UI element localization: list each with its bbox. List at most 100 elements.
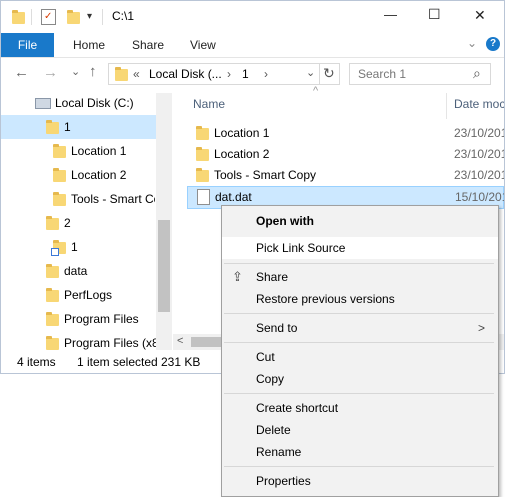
up-button[interactable]: ↑ bbox=[89, 63, 97, 80]
breadcrumb-separator[interactable]: › bbox=[227, 67, 231, 81]
item-name: Tools - Smart Copy bbox=[214, 168, 317, 182]
tree-item-label: Program Files bbox=[64, 312, 139, 326]
tree-item-label: 2 bbox=[64, 216, 71, 230]
breadcrumb-separator[interactable]: › bbox=[264, 67, 268, 81]
tree-item-data[interactable]: data bbox=[44, 259, 154, 283]
column-divider[interactable] bbox=[446, 93, 447, 119]
folder-icon bbox=[46, 216, 59, 230]
list-item-location-1[interactable]: Location 1 23/10/201 bbox=[187, 123, 504, 144]
customize-quick-access-icon[interactable]: ▾ bbox=[87, 11, 92, 22]
tree-item-local-disk[interactable]: Local Disk (C:) bbox=[35, 91, 155, 115]
address-bar[interactable]: « Local Disk (... › 1 › ⌄ ↻ bbox=[108, 63, 340, 85]
tree-item-location-2[interactable]: Location 2 bbox=[51, 163, 155, 187]
tree-item-label: Location 1 bbox=[71, 144, 127, 158]
menu-item-properties[interactable]: Properties bbox=[222, 470, 498, 492]
folder-icon bbox=[53, 168, 66, 182]
ribbon: File Home Share View ⌄ ? bbox=[1, 33, 504, 58]
tab-file[interactable]: File bbox=[1, 33, 54, 57]
menu-item-copy[interactable]: Copy bbox=[222, 368, 498, 390]
tree-item-perflogs[interactable]: PerfLogs bbox=[44, 283, 154, 307]
recent-locations-button[interactable]: ⌄ bbox=[71, 65, 80, 78]
folder-icon bbox=[12, 10, 25, 24]
item-date: 23/10/201 bbox=[454, 126, 505, 140]
menu-item-open-with[interactable]: Open with bbox=[222, 210, 498, 232]
menu-separator bbox=[224, 466, 494, 467]
address-dropdown-button[interactable]: ⌄ bbox=[306, 66, 315, 79]
folder-icon bbox=[115, 67, 128, 81]
menu-item-restore-previous-versions[interactable]: Restore previous versions bbox=[222, 288, 498, 310]
share-icon: ⇪ bbox=[232, 269, 243, 284]
search-icon[interactable]: ⌕ bbox=[473, 65, 481, 82]
tree-item-1-link[interactable]: 1 bbox=[51, 235, 155, 259]
breadcrumb-1[interactable]: 1 bbox=[242, 67, 249, 81]
menu-item-label: Pick Link Source bbox=[256, 241, 346, 255]
tree-item-label: data bbox=[64, 264, 88, 278]
folder-icon bbox=[46, 264, 59, 278]
submenu-arrow-icon: > bbox=[478, 321, 486, 335]
navigation-pane-scrollbar[interactable] bbox=[156, 93, 172, 350]
column-header-date-modified[interactable]: Date moc bbox=[454, 97, 504, 111]
tree-item-program-files[interactable]: Program Files bbox=[44, 307, 154, 331]
list-item-tools-smart-copy[interactable]: Tools - Smart Copy 23/10/201 bbox=[187, 165, 504, 186]
minimize-button[interactable]: — bbox=[384, 7, 397, 22]
ribbon-expand-icon[interactable]: ⌄ bbox=[467, 36, 477, 50]
menu-item-pick-link-source[interactable]: Pick Link Source bbox=[222, 237, 498, 259]
tree-item-2[interactable]: 2 bbox=[44, 211, 154, 235]
back-button[interactable]: ← bbox=[14, 64, 29, 81]
tree-item-location-1[interactable]: Location 1 bbox=[51, 139, 155, 163]
list-item-location-2[interactable]: Location 2 23/10/201 bbox=[187, 144, 504, 165]
drive-icon bbox=[35, 98, 51, 109]
tab-home[interactable]: Home bbox=[73, 33, 105, 57]
column-header-name[interactable]: Name bbox=[193, 97, 225, 111]
scroll-left-button[interactable]: < bbox=[177, 335, 183, 347]
menu-item-label: Properties bbox=[256, 474, 311, 488]
search-box[interactable]: Search 1 ⌕ bbox=[349, 63, 491, 85]
folder-icon bbox=[46, 336, 59, 350]
menu-item-delete[interactable]: Delete bbox=[222, 419, 498, 441]
scrollbar-thumb[interactable] bbox=[158, 220, 170, 312]
status-item-count: 4 items bbox=[17, 355, 56, 369]
item-date: 23/10/201 bbox=[454, 168, 505, 182]
search-input[interactable]: Search 1 bbox=[358, 67, 406, 81]
menu-item-create-shortcut[interactable]: Create shortcut bbox=[222, 397, 498, 419]
menu-item-label: Open with bbox=[256, 214, 314, 228]
tree-item-1[interactable]: 1 bbox=[44, 115, 154, 139]
item-name: Location 1 bbox=[214, 126, 270, 140]
menu-item-send-to[interactable]: Send to > bbox=[222, 317, 498, 339]
new-folder-icon[interactable] bbox=[67, 10, 80, 24]
divider bbox=[319, 64, 320, 84]
sort-ascending-icon: ^ bbox=[313, 85, 319, 97]
window-title: C:\1 bbox=[112, 9, 135, 23]
menu-item-share[interactable]: ⇪ Share bbox=[222, 266, 498, 288]
menu-item-cut[interactable]: Cut bbox=[222, 346, 498, 368]
divider bbox=[102, 9, 103, 25]
folder-icon bbox=[196, 147, 209, 161]
menu-item-label: Rename bbox=[256, 445, 302, 459]
menu-separator bbox=[224, 263, 494, 264]
context-menu: Open with Pick Link Source ⇪ Share Resto… bbox=[221, 205, 499, 497]
tree-item-label: Tools - Smart Co bbox=[71, 192, 155, 206]
folder-icon bbox=[46, 120, 59, 134]
close-button[interactable]: ✕ bbox=[474, 7, 486, 24]
shortcut-arrow-icon bbox=[51, 248, 59, 256]
menu-item-label: Create shortcut bbox=[256, 401, 339, 415]
properties-icon[interactable]: ✓ bbox=[41, 9, 56, 25]
scrollbar-thumb[interactable] bbox=[191, 337, 221, 347]
item-date: 23/10/201 bbox=[454, 147, 505, 161]
tab-view[interactable]: View bbox=[190, 33, 216, 57]
menu-item-label: Cut bbox=[256, 350, 275, 364]
help-icon[interactable]: ? bbox=[486, 37, 500, 51]
maximize-button[interactable]: ☐ bbox=[428, 6, 441, 23]
tree-item-tools-smart-copy[interactable]: Tools - Smart Co bbox=[51, 187, 155, 211]
breadcrumb-overflow[interactable]: « bbox=[133, 67, 140, 81]
refresh-button[interactable]: ↻ bbox=[323, 65, 335, 82]
folder-link-icon bbox=[51, 240, 66, 256]
menu-item-label: Delete bbox=[256, 423, 291, 437]
item-name: Location 2 bbox=[214, 147, 270, 161]
tree-item-label: Location 2 bbox=[71, 168, 127, 182]
menu-item-rename[interactable]: Rename bbox=[222, 441, 498, 463]
forward-button[interactable]: → bbox=[43, 64, 58, 81]
breadcrumb-local-disk[interactable]: Local Disk (... bbox=[149, 67, 222, 81]
tab-share[interactable]: Share bbox=[132, 33, 164, 57]
menu-item-label: Send to bbox=[256, 321, 298, 335]
